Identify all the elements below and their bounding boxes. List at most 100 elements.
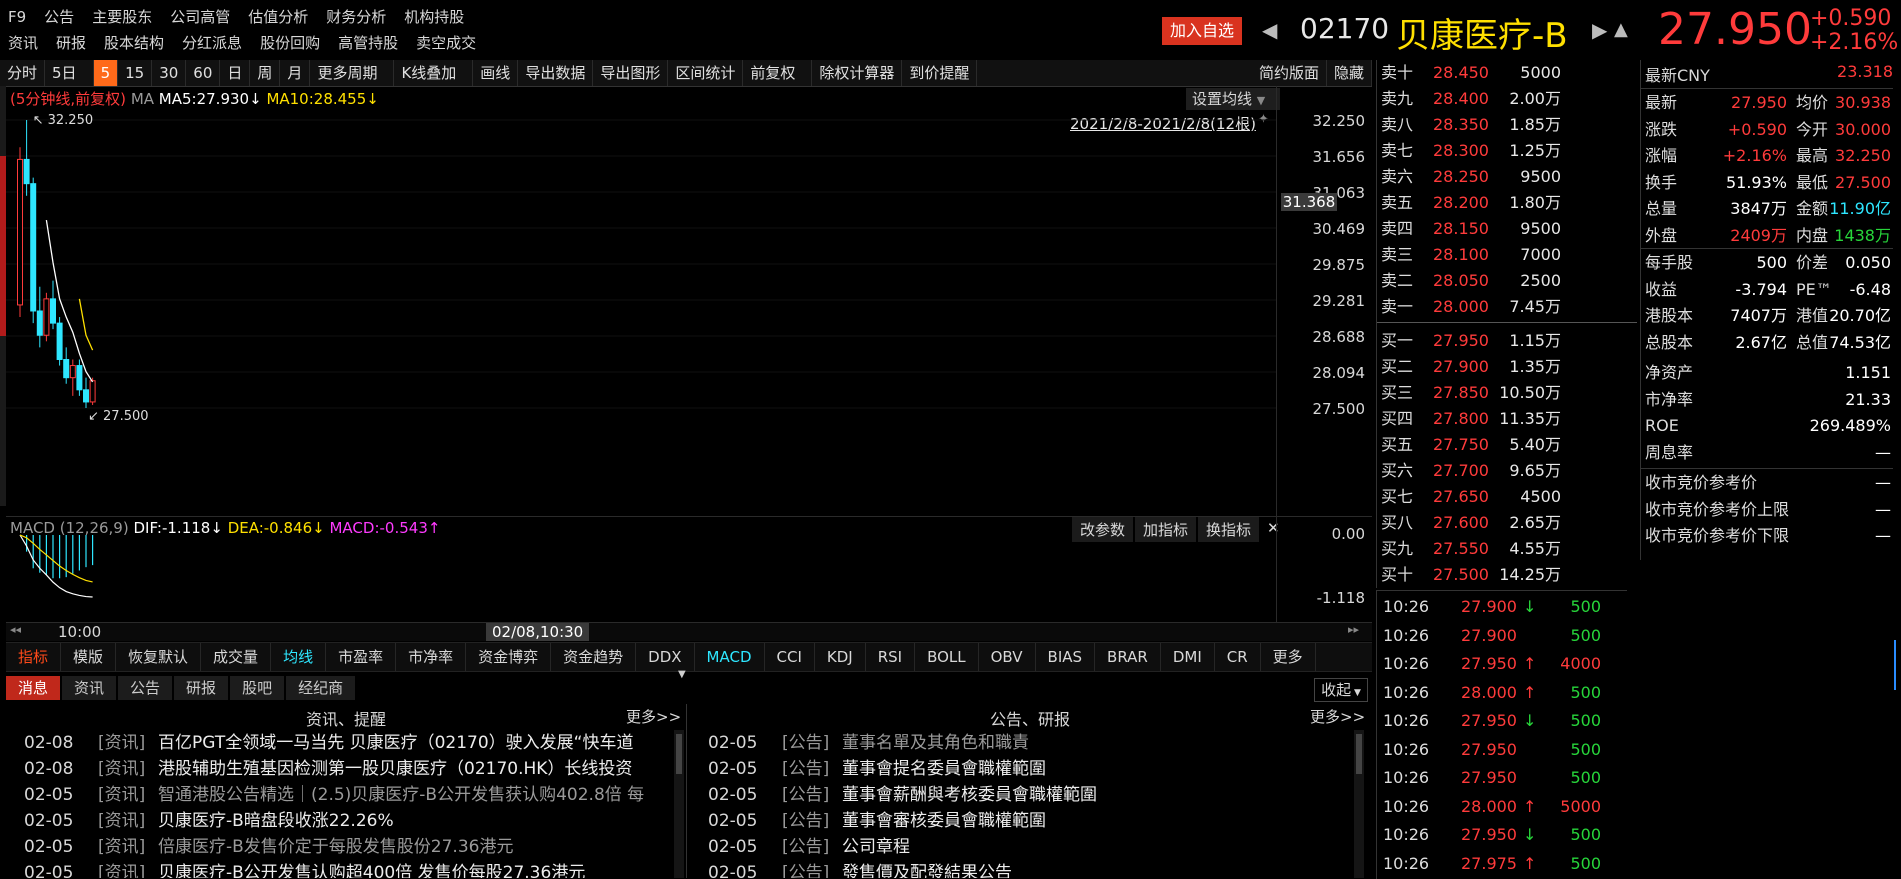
menu-item[interactable]: 估值分析 [248,8,308,26]
news-item[interactable]: 02-05 [公告] 公司章程 [690,834,1355,860]
news-item[interactable]: 02-05 [资讯] 倍康医疗-B发售价定于每股发售股份27.36港元 [6,834,671,860]
period-item[interactable]: 除权计算器 [812,60,903,86]
indicator-tab[interactable]: CCI [765,643,815,671]
bid-level[interactable]: 买一 27.950 1.15万 [1377,328,1637,354]
menu-item[interactable]: 高管持股 [338,34,398,52]
period-item[interactable]: 画线 [473,60,519,86]
menu-item[interactable]: 股本结构 [104,34,164,52]
menu-item[interactable]: 财务分析 [326,8,386,26]
period-item[interactable]: K线叠加 [394,60,474,86]
alarm-bell-icon[interactable]: ▲ [1614,19,1628,40]
news-tab[interactable]: 资讯 [62,676,117,700]
ask-level[interactable]: 卖四 28.150 9500 [1377,216,1637,242]
indicator-tab[interactable]: DDX [636,643,695,671]
news-right-scrollbar[interactable] [1354,730,1364,878]
indicator-tab[interactable]: RSI [866,643,916,671]
news-tab[interactable]: 股吧 [230,676,285,700]
macd-panel[interactable]: MACD (12,26,9) DIF:-1.118↓ DEA:-0.846↓ M… [6,516,1372,623]
period-item[interactable]: 月 [280,60,311,86]
news-item[interactable]: 02-05 [资讯] 贝康医疗-B暗盘段收涨22.26% [6,808,671,834]
indicator-tab[interactable]: 市净率 [396,643,467,671]
indicator-tab[interactable]: 市盈率 [326,643,397,671]
bid-level[interactable]: 买八 27.600 2.65万 [1377,510,1637,536]
period-item[interactable]: 分时 [0,60,46,86]
period-item[interactable]: 导出图形 [593,60,669,86]
indicator-tab[interactable]: 指标 [6,643,62,671]
menu-item[interactable]: 资讯 [8,34,38,52]
period-item[interactable]: 到价提醒 [902,60,978,86]
indicator-tab[interactable]: BIAS [1036,643,1096,671]
news-item[interactable]: 02-05 [公告] 董事會審核委員會職權範圍 [690,808,1355,834]
news-left-scrollbar[interactable] [674,730,684,878]
time-axis[interactable]: ◂◂ 10:00 02/08,10:30 ▸▸ [6,622,1372,641]
period-item[interactable]: 60 [186,60,221,86]
news-item[interactable]: 02-05 [公告] 董事名單及其角色和職責 [690,730,1355,756]
ask-level[interactable]: 卖六 28.250 9500 [1377,164,1637,190]
period-item[interactable]: 日 [220,60,251,86]
ask-level[interactable]: 卖八 28.350 1.85万 [1377,112,1637,138]
menu-item[interactable]: 公告 [44,8,74,26]
period-item[interactable]: 区间统计 [668,60,744,86]
scrollbar-thumb[interactable] [1356,734,1362,774]
indicator-tab[interactable]: 成交量 [201,643,272,671]
indicator-tab[interactable]: 更多 [1261,643,1316,671]
indicator-tab[interactable]: BRAR [1095,643,1161,671]
menu-item[interactable]: 机构持股 [404,8,464,26]
splitter-handle[interactable]: ▼ [678,669,686,680]
indicator-tab[interactable]: MACD [695,643,765,671]
indicator-tab[interactable]: CR [1215,643,1261,671]
indicator-tab[interactable]: OBV [979,643,1036,671]
news-item[interactable]: 02-05 [资讯] 贝康医疗-B公开发售认购超400倍 发售价每股27.36港元 [6,860,671,878]
news-item[interactable]: 02-05 [公告] 董事會薪酬與考核委員會職權範圍 [690,782,1355,808]
indicator-tab[interactable]: 资金趋势 [551,643,637,671]
news-tab[interactable]: 研报 [174,676,229,700]
period-item[interactable]: 周 [250,60,281,86]
news-item[interactable]: 02-05 [公告] 發售價及配發結果公告 [690,860,1355,878]
menu-item[interactable]: 分红派息 [182,34,242,52]
ask-level[interactable]: 卖九 28.400 2.00万 [1377,86,1637,112]
right-edge-scrollbar[interactable] [1892,600,1898,700]
news-item[interactable]: 02-08 [资讯] 港股辅助生殖基因检测第一股贝康医疗（02170.HK）长线投资 [6,756,671,782]
indicator-tab[interactable]: 均线 [271,643,327,671]
period-item[interactable]: 5日 [45,60,94,86]
kline-chart-panel[interactable]: (5分钟线,前复权) MA MA5:27.930↓ MA10:28.455↓ 设… [6,86,1372,516]
indicator-tab[interactable]: DMI [1161,643,1215,671]
indicator-tab[interactable]: 恢复默认 [116,643,202,671]
indicator-tab[interactable]: KDJ [815,643,866,671]
news-right-more[interactable]: 更多>> [1310,706,1365,727]
news-item[interactable]: 02-05 [资讯] 智通港股公告精选｜(2.5)贝康医疗-B公开发售获认购402.… [6,782,671,808]
simple-layout-button[interactable]: 简约版面 [1252,60,1327,86]
scroll-right-icon[interactable]: ▸▸ [1348,623,1359,636]
menu-item[interactable]: 研报 [56,34,86,52]
bid-level[interactable]: 买三 27.850 10.50万 [1377,380,1637,406]
menu-item[interactable]: 股份回购 [260,34,320,52]
menu-item[interactable]: 公司高管 [170,8,230,26]
prev-stock-icon[interactable]: ◀ [1262,18,1277,42]
next-stock-icon[interactable]: ▶ [1592,18,1607,42]
news-item[interactable]: 02-08 [资讯] 百亿PGT全领域一马当先 贝康医疗（02170）驶入发展“快车… [6,730,671,756]
period-item[interactable]: 导出数据 [518,60,594,86]
collapse-button[interactable]: 收起 ▼ [1314,678,1368,702]
indicator-tab[interactable]: 模版 [61,643,117,671]
add-watchlist-button[interactable]: 加入自选 [1162,17,1242,45]
menu-item[interactable]: F9 [8,8,26,26]
period-item[interactable]: 前复权 [743,60,813,86]
period-item[interactable]: 15 [118,60,153,86]
bid-level[interactable]: 买十 27.500 14.25万 [1377,562,1637,588]
hide-button[interactable]: 隐藏 [1327,60,1372,86]
news-left-more[interactable]: 更多>> [626,706,681,727]
ask-level[interactable]: 卖二 28.050 2500 [1377,268,1637,294]
menu-item[interactable]: 卖空成交 [416,34,476,52]
indicator-tab[interactable]: 资金博弈 [466,643,552,671]
bid-level[interactable]: 买七 27.650 4500 [1377,484,1637,510]
scrollbar-thumb[interactable] [676,734,682,774]
menu-item[interactable]: 主要股东 [92,8,152,26]
scroll-left-icon[interactable]: ◂◂ [10,623,21,636]
news-tab[interactable]: 经纪商 [286,676,356,700]
ask-level[interactable]: 卖七 28.300 1.25万 [1377,138,1637,164]
period-item[interactable]: 5 [93,60,119,86]
bid-level[interactable]: 买四 27.800 11.35万 [1377,406,1637,432]
bid-level[interactable]: 买六 27.700 9.65万 [1377,458,1637,484]
bid-level[interactable]: 买九 27.550 4.55万 [1377,536,1637,562]
news-tab[interactable]: 公告 [118,676,173,700]
